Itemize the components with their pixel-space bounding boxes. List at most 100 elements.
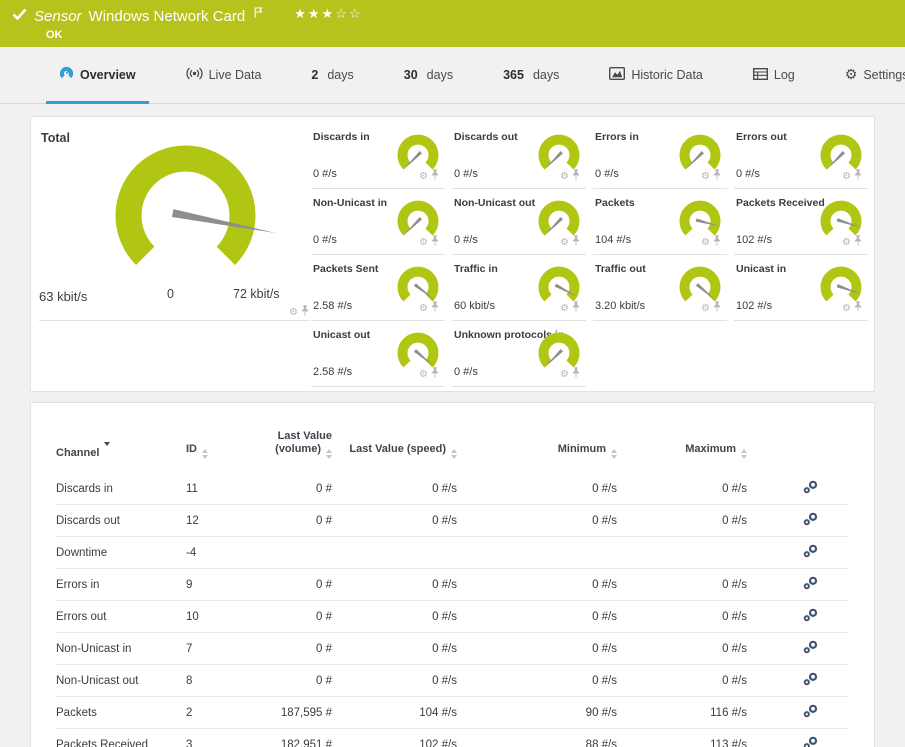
tab-live-data[interactable]: Live Data [173,47,275,103]
pin-icon[interactable] [854,167,862,185]
channel-settings-gears-icon[interactable] [803,480,819,497]
cell-minimum: 0 #/s [461,632,621,665]
col-id[interactable]: ID [186,403,266,473]
cell-channel: Errors out [56,600,186,633]
table-row: Downtime -4 [56,536,849,569]
cell-minimum: 90 #/s [461,696,621,729]
pin-icon[interactable] [431,299,439,317]
table-row: Non-Unicast in 7 0 # 0 #/s 0 #/s 0 #/s [56,632,849,665]
channel-gauge-tile: Unknown protocols in 0 #/s ⚙ [452,321,586,387]
pin-icon[interactable] [301,303,309,321]
sort-icon [202,449,208,459]
channel-gauge-label: Non-Unicast in [313,197,388,209]
col-maximum[interactable]: Maximum [621,403,751,473]
cell-minimum: 0 #/s [461,568,621,601]
cell-last-speed: 0 #/s [336,504,461,537]
gauge-settings-gear-icon[interactable]: ⚙ [419,369,428,380]
table-row: Errors in 9 0 # 0 #/s 0 #/s 0 #/s [56,568,849,601]
channel-gauge-value: 3.20 kbit/s [595,300,646,312]
channel-gauge-label: Errors out [736,131,787,143]
channel-gauge-label: Unicast out [313,329,371,341]
pin-icon[interactable] [713,167,721,185]
pin-icon[interactable] [431,365,439,383]
channel-settings-gears-icon[interactable] [803,672,819,689]
gauge-settings-gear-icon[interactable]: ⚙ [842,171,851,182]
cell-last-volume: 182,951 # [266,728,336,747]
cell-channel: Packets [56,696,186,729]
channel-settings-gears-icon[interactable] [803,640,819,657]
gauge-settings-gear-icon[interactable]: ⚙ [560,303,569,314]
channel-gauge-value: 0 #/s [313,234,337,246]
gauge-settings-gear-icon[interactable]: ⚙ [560,369,569,380]
tab-label: Live Data [208,68,262,82]
channel-gauge-value: 102 #/s [736,234,773,246]
tab-historic-data[interactable]: Historic Data [596,47,716,103]
channel-gauge-label: Discards in [313,131,370,143]
cell-actions [751,696,849,729]
tab-num: 365 [503,68,524,82]
channels-table: Channel ID Last Value (volume) Last Valu… [56,403,849,747]
pin-icon[interactable] [854,233,862,251]
pin-icon[interactable] [572,299,580,317]
chart-icon [609,66,626,83]
gauge-settings-gear-icon[interactable]: ⚙ [289,307,298,318]
cell-id: 10 [186,600,266,633]
cell-last-speed: 102 #/s [336,728,461,747]
gauge-icon [59,66,74,84]
pin-icon[interactable] [431,233,439,251]
sensor-header: Sensor Windows Network Card ★★★☆☆ OK [0,0,905,47]
gauge-settings-gear-icon[interactable]: ⚙ [701,303,710,314]
priority-flag-icon[interactable] [254,5,263,23]
cell-minimum: 0 #/s [461,664,621,697]
gauge-settings-gear-icon[interactable]: ⚙ [419,303,428,314]
col-minimum[interactable]: Minimum [461,403,621,473]
channel-gauge-value: 104 #/s [595,234,632,246]
tab-num: 30 [403,68,418,82]
tab-settings[interactable]: ⚙ Settings [832,47,905,103]
channel-settings-gears-icon[interactable] [803,512,819,529]
tab-2-days[interactable]: 2 days [298,47,366,103]
gauge-settings-gear-icon[interactable]: ⚙ [842,237,851,248]
pin-icon[interactable] [572,233,580,251]
channel-settings-gears-icon[interactable] [803,736,819,747]
pin-icon[interactable] [572,167,580,185]
pin-icon[interactable] [713,299,721,317]
table-row: Packets 2 187,595 # 104 #/s 90 #/s 116 #… [56,696,849,729]
pin-icon[interactable] [431,167,439,185]
gauge-settings-gear-icon[interactable]: ⚙ [701,237,710,248]
gauge-settings-gear-icon[interactable]: ⚙ [560,171,569,182]
channel-gauge-value: 2.58 #/s [313,300,353,312]
channel-settings-gears-icon[interactable] [803,544,819,561]
pin-icon[interactable] [854,299,862,317]
gauge-settings-gear-icon[interactable]: ⚙ [701,171,710,182]
tab-365-days[interactable]: 365 days [490,47,572,103]
cell-last-volume: 0 # [266,504,336,537]
channel-settings-gears-icon[interactable] [803,704,819,721]
total-scale-max: 72 kbit/s [233,287,280,301]
col-last-value-volume[interactable]: Last Value (volume) [266,403,336,473]
total-tile-icons: ⚙ [289,303,309,321]
col-last-value-speed[interactable]: Last Value (speed) [336,403,461,473]
gauge-settings-gear-icon[interactable]: ⚙ [560,237,569,248]
tab-overview[interactable]: Overview [46,47,149,104]
cell-last-speed: 104 #/s [336,696,461,729]
cell-maximum: 0 #/s [722,482,747,495]
pin-icon[interactable] [572,365,580,383]
tab-label: Historic Data [631,68,703,82]
star-rating[interactable]: ★★★☆☆ [294,6,362,22]
channel-settings-gears-icon[interactable] [803,608,819,625]
channel-gauge-tile: Discards out 0 #/s ⚙ [452,123,586,189]
tab-log[interactable]: Log [740,47,808,103]
tile-icons: ⚙ [419,233,439,251]
tab-label: days [327,68,354,82]
tab-30-days[interactable]: 30 days [391,47,466,103]
channel-settings-gears-icon[interactable] [803,576,819,593]
cell-id: 8 [186,664,266,697]
gauge-settings-gear-icon[interactable]: ⚙ [419,237,428,248]
col-channel[interactable]: Channel [56,403,186,473]
cell-actions [751,600,849,633]
pin-icon[interactable] [713,233,721,251]
gauge-settings-gear-icon[interactable]: ⚙ [419,171,428,182]
gauge-settings-gear-icon[interactable]: ⚙ [842,303,851,314]
cell-last-speed: 0 #/s [336,568,461,601]
